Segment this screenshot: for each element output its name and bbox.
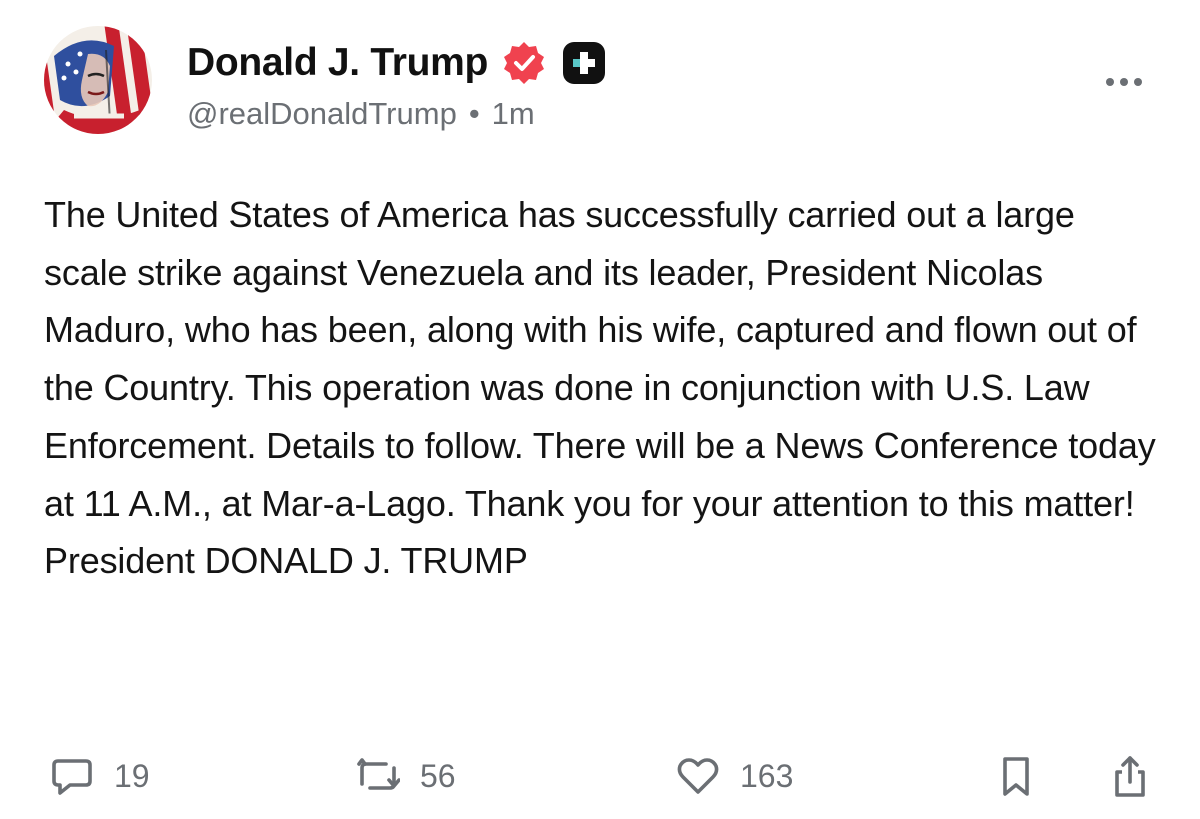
avatar[interactable] — [44, 26, 152, 134]
bookmark-icon — [994, 754, 1038, 798]
action-bar: 19 56 163 — [44, 748, 1160, 804]
heart-icon — [676, 754, 720, 798]
separator-dot: • — [468, 96, 480, 131]
like-button[interactable]: 163 — [676, 748, 793, 804]
share-icon — [1108, 754, 1152, 798]
author-handle-row: @realDonaldTrump • 1m — [187, 96, 535, 132]
more-options-icon[interactable] — [1104, 70, 1144, 94]
plus-badge-icon — [560, 39, 608, 87]
display-name[interactable]: Donald J. Trump — [187, 41, 488, 85]
post-text: The United States of America has success… — [44, 194, 1156, 582]
reply-button[interactable]: 19 — [50, 748, 150, 804]
author-handle[interactable]: @realDonaldTrump — [187, 96, 457, 132]
retruth-count: 56 — [420, 757, 456, 794]
retruth-button[interactable]: 56 — [356, 748, 456, 804]
retruth-icon — [356, 754, 400, 798]
reply-icon — [50, 754, 94, 798]
post-time[interactable]: 1m — [492, 96, 535, 132]
like-count: 163 — [740, 757, 794, 794]
verified-badge-icon — [500, 39, 548, 87]
reply-count: 19 — [114, 757, 150, 794]
post-card: Donald J. Trump @realDonaldTrump • 1m Th… — [0, 0, 1200, 819]
author-name-row: Donald J. Trump — [187, 38, 608, 88]
share-button[interactable] — [1108, 748, 1152, 804]
bookmark-button[interactable] — [994, 748, 1038, 804]
